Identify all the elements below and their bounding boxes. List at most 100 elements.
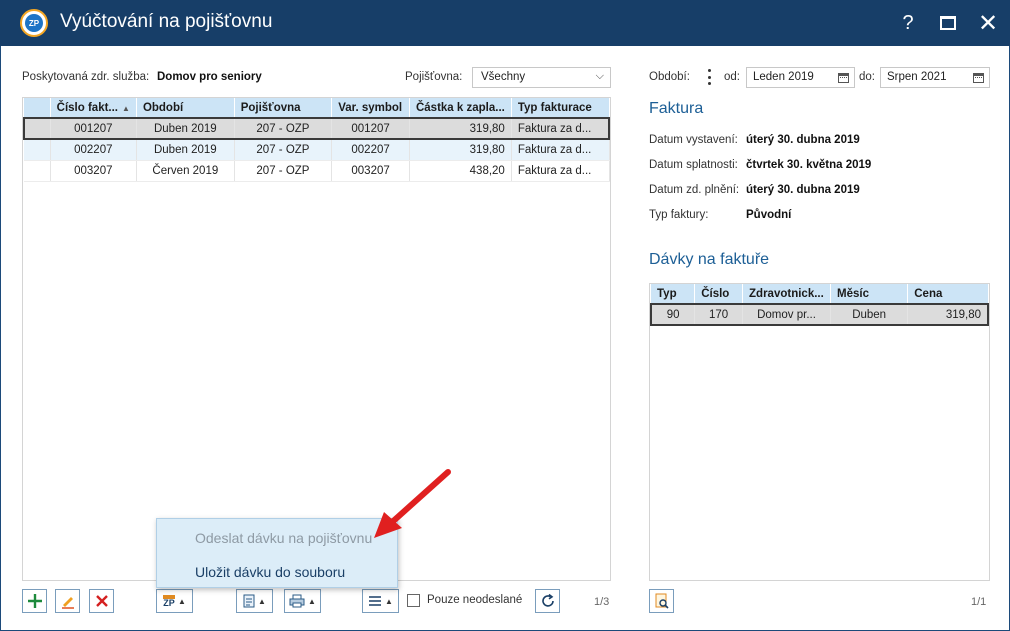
delete-button[interactable] xyxy=(89,589,114,613)
table-row[interactable]: 003207 Červen 2019 207 - OZP 003207 438,… xyxy=(24,160,610,182)
table-cell: 207 - OZP xyxy=(234,160,333,182)
supply-date-value: úterý 30. dubna 2019 xyxy=(746,184,860,196)
title-bar: ZP Vyúčtování na pojišťovnu ? ✕ xyxy=(0,0,1010,46)
table-cell: 003207 xyxy=(331,160,410,182)
hamburger-icon xyxy=(369,596,382,606)
plus-icon xyxy=(27,594,42,608)
column-header[interactable]: Číslo fakt... ▲ xyxy=(50,98,137,118)
help-button[interactable]: ? xyxy=(893,8,923,38)
document-menu-button[interactable]: ▲ xyxy=(236,589,273,613)
from-label: od: xyxy=(724,71,740,83)
row-indicator-header xyxy=(24,98,51,118)
calendar-icon[interactable] xyxy=(973,73,984,83)
column-header[interactable]: Typ fakturace xyxy=(511,98,610,118)
batches-grid: Typ Číslo Zdravotnick... Měsíc Cena 90 1… xyxy=(649,283,990,581)
table-cell: 438,20 xyxy=(409,160,512,182)
zp-menu-button[interactable]: ZP ▲ xyxy=(156,589,193,613)
table-cell: 90 xyxy=(650,303,696,326)
insurer-select[interactable]: Všechny ⌵ xyxy=(472,67,611,88)
table-cell: 207 - OZP xyxy=(234,117,333,140)
table-cell: 170 xyxy=(694,303,744,326)
sort-ascending-icon: ▲ xyxy=(122,103,130,113)
zp-icon: ZP xyxy=(163,594,176,608)
period-label: Období: xyxy=(649,71,690,83)
batches-pager: 1/1 xyxy=(971,596,987,608)
zp-popup-menu: Odeslat dávku na pojišťovnu Uložit dávku… xyxy=(156,518,398,588)
to-label: do: xyxy=(859,71,875,83)
window-title: Vyúčtování na pojišťovnu xyxy=(60,11,273,32)
table-cell: Duben 2019 xyxy=(136,139,235,161)
table-cell: 003207 xyxy=(50,160,137,182)
maximize-button[interactable] xyxy=(933,8,963,38)
caret-up-icon: ▲ xyxy=(385,596,393,606)
column-header[interactable]: Var. symbol xyxy=(331,98,410,118)
column-header[interactable]: Měsíc xyxy=(830,284,909,304)
add-button[interactable] xyxy=(22,589,47,613)
batches-table: Typ Číslo Zdravotnick... Měsíc Cena 90 1… xyxy=(650,284,989,326)
column-header[interactable]: Zdravotnick... xyxy=(742,284,832,304)
invoice-type-value: Původní xyxy=(746,209,792,221)
invoices-header-row: Číslo fakt... ▲ Období Pojišťovna Var. sy… xyxy=(24,98,610,118)
document-search-icon xyxy=(655,593,669,609)
table-cell: Faktura za d... xyxy=(511,160,610,182)
table-cell: Červen 2019 xyxy=(136,160,235,182)
batches-section-title: Dávky na faktuře xyxy=(649,251,770,268)
app-logo-icon: ZP xyxy=(20,9,48,37)
from-date-value: Leden 2019 xyxy=(753,71,814,83)
send-batch-menu-item[interactable]: Odeslat dávku na pojišťovnu xyxy=(157,521,397,555)
save-batch-menu-item[interactable]: Uložit dávku do souboru xyxy=(157,555,397,589)
insurer-label: Pojišťovna: xyxy=(405,71,463,83)
close-icon: ✕ xyxy=(977,9,999,37)
from-date-field[interactable]: Leden 2019 xyxy=(746,67,855,88)
table-row[interactable]: 001207 Duben 2019 207 - OZP 001207 319,8… xyxy=(23,117,610,140)
column-header[interactable]: Číslo xyxy=(694,284,744,304)
row-indicator xyxy=(23,117,51,140)
due-label: Datum splatnosti: xyxy=(649,159,738,171)
edit-button[interactable] xyxy=(55,589,80,613)
more-options-icon[interactable] xyxy=(707,69,711,85)
column-header[interactable]: Typ xyxy=(651,284,696,304)
issued-label: Datum vystavení: xyxy=(649,134,738,146)
service-value: Domov pro seniory xyxy=(157,71,262,83)
invoices-pager: 1/3 xyxy=(594,596,610,608)
preview-button[interactable] xyxy=(649,589,674,613)
close-button[interactable]: ✕ xyxy=(973,8,1003,38)
only-unsent-checkbox[interactable] xyxy=(407,594,420,607)
table-cell: 319,80 xyxy=(907,303,989,326)
column-header[interactable]: Částka k zapla... xyxy=(409,98,512,118)
row-indicator xyxy=(24,160,51,182)
due-value: čtvrtek 30. května 2019 xyxy=(746,159,872,171)
column-header[interactable]: Cena xyxy=(907,284,989,304)
table-cell: 002207 xyxy=(50,139,137,161)
table-cell: 002207 xyxy=(331,139,410,161)
caret-up-icon: ▲ xyxy=(258,596,266,606)
table-cell: Domov pr... xyxy=(742,303,832,326)
printer-icon xyxy=(289,594,305,608)
list-menu-button[interactable]: ▲ xyxy=(362,589,399,613)
supply-date-label: Datum zd. plnění: xyxy=(649,184,740,196)
to-date-field[interactable]: Srpen 2021 xyxy=(880,67,990,88)
caret-up-icon: ▲ xyxy=(308,596,316,606)
invoice-type-label: Typ faktury: xyxy=(649,209,709,221)
invoices-grid: Číslo fakt... ▲ Období Pojišťovna Var. sy… xyxy=(22,97,611,581)
caret-up-icon: ▲ xyxy=(178,596,186,606)
calendar-icon[interactable] xyxy=(838,73,849,83)
column-header[interactable]: Pojišťovna xyxy=(234,98,333,118)
table-cell: 001207 xyxy=(331,117,410,140)
table-cell: 001207 xyxy=(50,117,137,140)
table-cell: Faktura za d... xyxy=(511,117,610,140)
refresh-button[interactable] xyxy=(535,589,560,613)
table-row[interactable]: 90 170 Domov pr... Duben 319,80 xyxy=(650,303,989,326)
chevron-down-icon: ⌵ xyxy=(595,70,604,82)
pencil-icon xyxy=(61,597,74,609)
insurer-select-value: Všechny xyxy=(481,71,526,83)
app-logo-text: ZP xyxy=(25,14,43,32)
refresh-icon xyxy=(541,593,554,607)
table-row[interactable]: 002207 Duben 2019 207 - OZP 002207 319,8… xyxy=(24,139,610,161)
delete-icon xyxy=(95,595,108,607)
document-icon xyxy=(243,594,255,608)
print-menu-button[interactable]: ▲ xyxy=(284,589,321,613)
column-header[interactable]: Období xyxy=(136,98,235,118)
issued-value: úterý 30. dubna 2019 xyxy=(746,134,860,146)
only-unsent-label: Pouze neodeslané xyxy=(427,594,523,606)
